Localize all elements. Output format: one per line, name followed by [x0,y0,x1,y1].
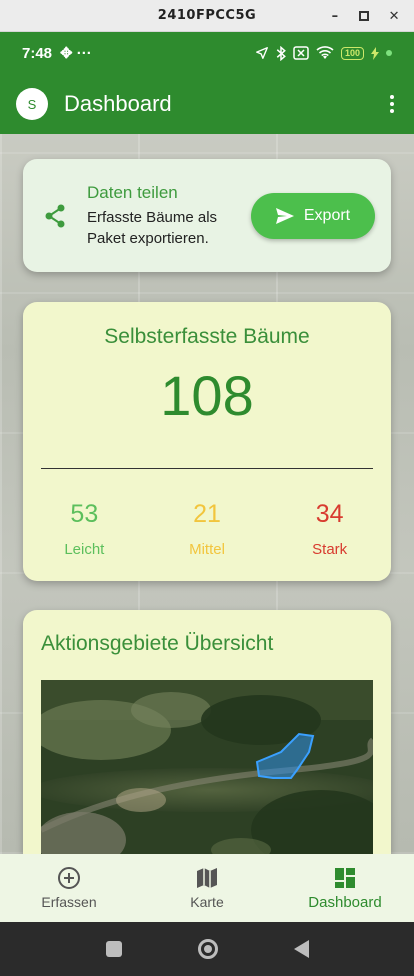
app-bar: S Dashboard [0,74,414,134]
status-extra: ✥ ··· [60,45,92,62]
map-icon [197,868,217,888]
nav-label: Karte [190,894,224,910]
stat-label: Stark [312,541,348,558]
stat-stark: 34 Stark [268,500,391,558]
send-icon [275,207,294,224]
status-time: 7:48 [22,44,53,62]
stat-label: Leicht [64,541,105,558]
stat-leicht: 53 Leicht [23,500,146,558]
minimize-icon[interactable]: – [332,9,339,24]
window-title: 2410FPCC5G [157,8,257,23]
page-title: Dashboard [64,91,172,116]
share-title: Daten teilen [87,182,178,202]
close-icon[interactable]: ✕ [389,9,400,24]
recents-button[interactable] [105,941,122,957]
more-menu-icon[interactable] [386,91,398,117]
nav-item-dashboard[interactable]: Dashboard [276,854,414,922]
window-controls: – ✕ [332,0,400,32]
export-button-label: Export [303,206,351,224]
export-button[interactable]: Export [251,192,375,239]
location-icon [256,47,268,59]
stats-title: Selbsterfasste Bäume [104,325,310,348]
back-button[interactable] [293,940,309,958]
share-description: Erfasste Bäume als Paket exportieren. [87,208,218,247]
map-card: Aktionsgebiete Übersicht [23,610,391,854]
battery-icon: 100 [340,46,364,60]
status-dot [386,50,392,56]
status-bar: 7:48 ✥ ··· 100 [0,32,414,74]
stats-divider [41,468,373,469]
avatar[interactable]: S [16,88,48,120]
stat-value: 21 [193,500,221,528]
map-title: Aktionsgebiete Übersicht [41,632,274,655]
nav-label: Erfassen [41,894,97,910]
nav-label: Dashboard [308,893,382,911]
dashboard-icon [335,867,355,888]
system-navigation-bar [0,922,414,976]
sim-off-icon [293,46,309,60]
stat-mittel: 21 Mittel [146,500,269,558]
home-button[interactable] [197,939,218,959]
dashboard-content[interactable]: Daten teilen Erfasste Bäume als Paket ex… [0,134,414,854]
bluetooth-icon [276,45,286,61]
stat-value: 53 [70,500,99,528]
share-icon [41,204,69,228]
add-circle-icon [58,867,80,889]
maximize-icon[interactable] [358,11,369,21]
stats-breakdown: 53 Leicht 21 Mittel 34 Stark [23,500,391,558]
stat-label: Mittel [189,541,225,558]
share-card: Daten teilen Erfasste Bäume als Paket ex… [23,159,391,272]
satellite-map[interactable] [41,680,373,854]
nav-item-karte[interactable]: Karte [138,854,276,922]
stats-total: 108 [160,364,254,427]
nav-item-erfassen[interactable]: Erfassen [0,854,138,922]
stat-value: 34 [315,500,344,528]
window-titlebar: 2410FPCC5G – ✕ [0,0,414,32]
bottom-navigation: Erfassen Karte Dashboard [0,854,414,922]
stats-card: Selbsterfasste Bäume 108 53 Leicht 21 Mi… [23,302,391,581]
charging-icon [371,46,379,60]
wifi-icon [316,46,334,59]
